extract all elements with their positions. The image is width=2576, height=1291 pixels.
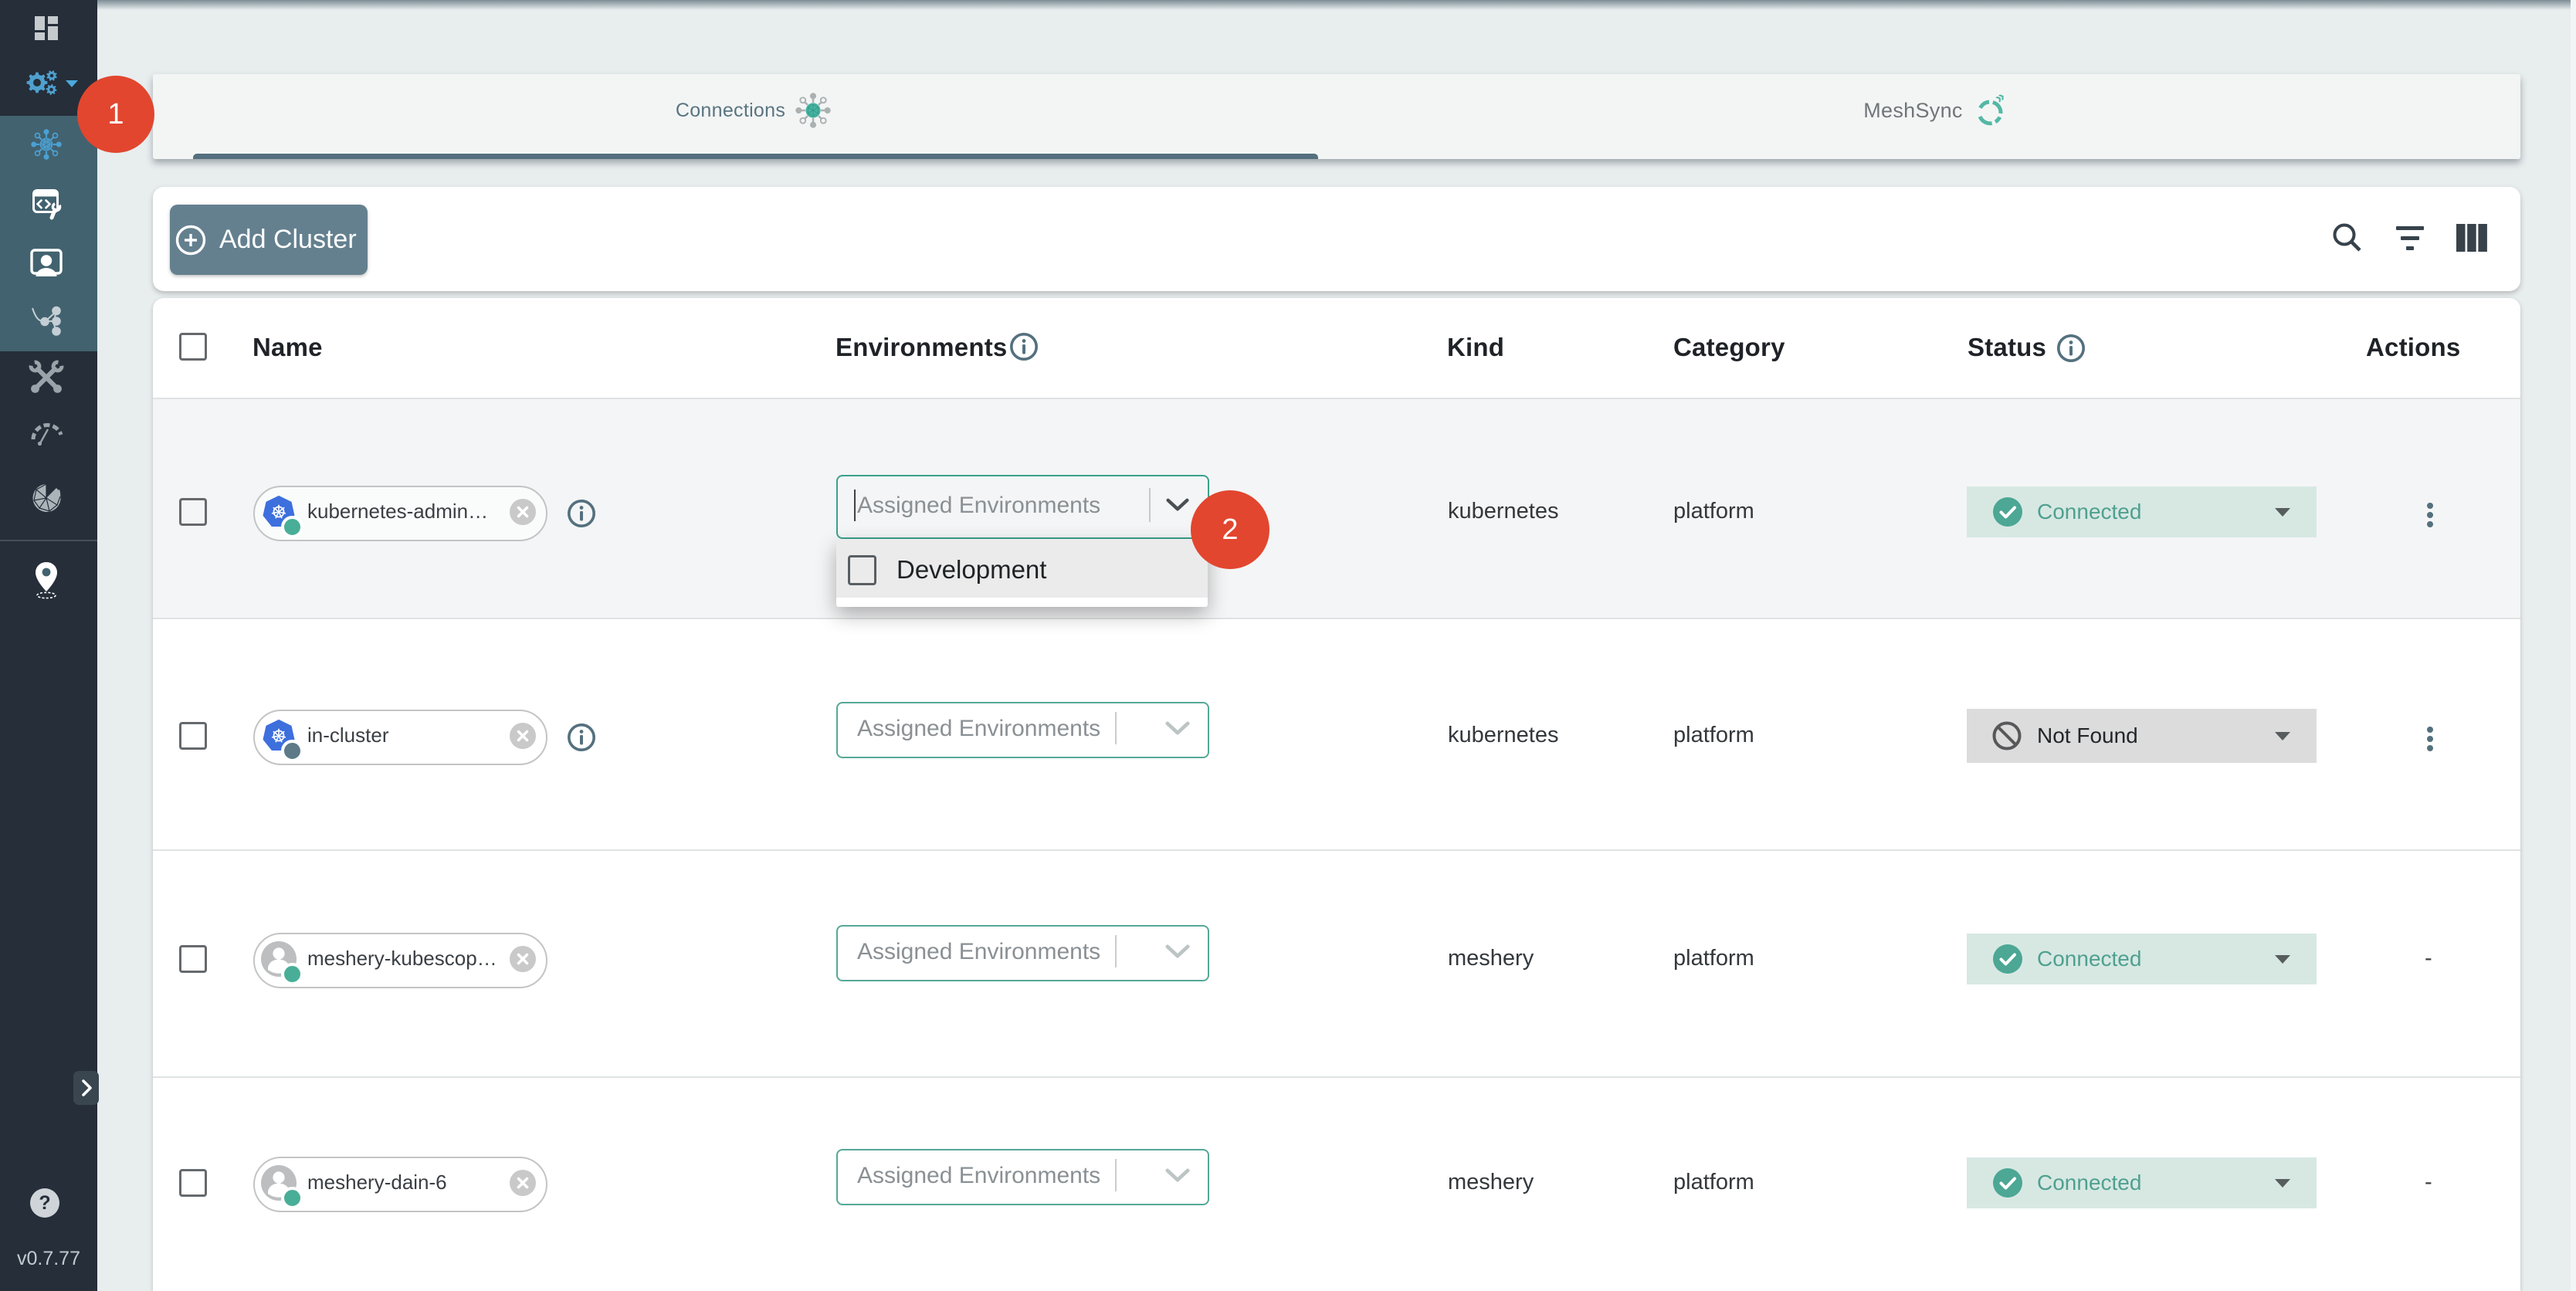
svg-text:?: ? [39,1192,50,1214]
